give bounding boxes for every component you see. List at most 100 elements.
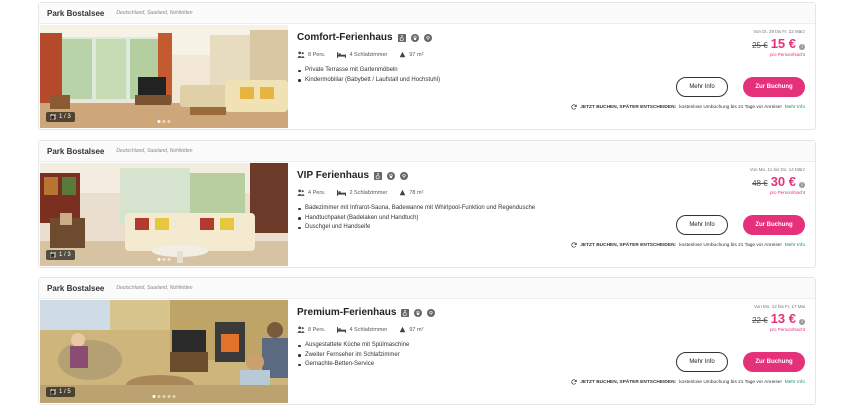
- book-later-notice: JETZT BUCHEN, SPÄTER ENTSCHEIDEN: kosten…: [571, 379, 805, 385]
- carousel-dots: [157, 120, 171, 123]
- park-name[interactable]: Park Bostalsee: [47, 9, 104, 18]
- carousel-dot[interactable]: [162, 120, 166, 123]
- book-later-link[interactable]: Mehr Info: [785, 105, 805, 110]
- accommodation-photo[interactable]: 1 / 3: [40, 163, 288, 266]
- accommodation-title[interactable]: Premium-Ferienhaus: [297, 307, 396, 318]
- rebook-icon: [571, 104, 577, 110]
- feature-item: Kindermobiliar (Babybett / Laufstall und…: [297, 76, 617, 86]
- book-later-heading: JETZT BUCHEN, SPÄTER ENTSCHEIDEN:: [580, 104, 677, 110]
- price-box: Von Di. 29 bis Fr. 22 März 25 € 15 € i p…: [752, 29, 805, 57]
- feature-item: Duschgel und Handseife: [297, 223, 617, 233]
- feature-item: Handtuchpaket (Badelaken und Handtuch): [297, 214, 617, 224]
- persons-info: 4 Pers.: [297, 189, 325, 196]
- family-living-room-photo: [40, 300, 288, 403]
- accommodation-photo[interactable]: 1 / 3: [40, 25, 288, 128]
- carousel-dot[interactable]: [157, 120, 161, 123]
- more-info-button[interactable]: Mehr Info: [676, 77, 728, 97]
- park-region: Deutschland, Saarland, Nohfelden: [116, 10, 193, 16]
- book-later-notice: JETZT BUCHEN, SPÄTER ENTSCHEIDEN: kosten…: [571, 104, 805, 110]
- feature-list: Badezimmer mit Infrarot-Sauna, Badewanne…: [297, 204, 617, 233]
- photo-counter[interactable]: 1 / 3: [46, 112, 75, 122]
- book-later-link[interactable]: Mehr Info: [785, 380, 805, 385]
- area-icon: [400, 326, 406, 333]
- more-info-button[interactable]: Mehr Info: [676, 352, 728, 372]
- date-range: Von Mo. 12 bis Fr. 17 Mai: [753, 304, 805, 309]
- wifi-icon: [427, 308, 436, 317]
- book-button[interactable]: Zur Buchung: [743, 77, 805, 97]
- card-header: Park Bostalsee Deutschland, Saarland, No…: [39, 278, 815, 299]
- accommodation-card: Park Bostalsee Deutschland, Saarland, No…: [38, 277, 816, 405]
- living-room-photo: [40, 163, 288, 266]
- per-person-label: pro Person/Nacht: [769, 52, 805, 57]
- book-later-heading: JETZT BUCHEN, SPÄTER ENTSCHEIDEN:: [580, 379, 677, 385]
- feature-list: Ausgestattete Küche mit Spülmaschine Zwe…: [297, 341, 617, 370]
- persons-icon: [297, 326, 305, 333]
- new-price: 30 €: [770, 174, 796, 189]
- photo-counter-label: 1 / 3: [59, 114, 71, 120]
- gallery-icon: [50, 252, 56, 258]
- info-icon[interactable]: i: [799, 182, 805, 188]
- bed-icon: [337, 51, 347, 58]
- persons-count: 8 Pers.: [308, 326, 326, 333]
- bedrooms-info: 4 Schlafzimmer: [337, 52, 387, 58]
- park-region: Deutschland, Saarland, Nohfelden: [116, 148, 193, 154]
- card-header: Park Bostalsee Deutschland, Saarland, No…: [39, 141, 815, 162]
- old-price: 22 €: [752, 316, 768, 325]
- park-name[interactable]: Park Bostalsee: [47, 147, 104, 156]
- accommodation-card: Park Bostalsee Deutschland, Saarland, No…: [38, 140, 816, 268]
- gallery-icon: [50, 114, 56, 120]
- area-info: 97 m²: [399, 51, 423, 58]
- more-info-button[interactable]: Mehr Info: [676, 215, 728, 235]
- carousel-dot[interactable]: [152, 395, 156, 398]
- park-name[interactable]: Park Bostalsee: [47, 284, 104, 293]
- card-header: Park Bostalsee Deutschland, Saarland, No…: [39, 3, 815, 24]
- book-later-link[interactable]: Mehr Info: [785, 243, 805, 248]
- carousel-dot[interactable]: [167, 395, 171, 398]
- accommodation-info: Comfort-Ferienhaus 8 Pers. 4 Schlafzimme…: [297, 32, 617, 85]
- pet-paw-icon: [414, 308, 423, 317]
- photo-counter[interactable]: 1 / 3: [46, 250, 75, 260]
- persons-info: 8 Pers.: [297, 51, 325, 58]
- accommodation-photo[interactable]: 1 / 5: [40, 300, 288, 403]
- book-button[interactable]: Zur Buchung: [743, 352, 805, 372]
- book-button[interactable]: Zur Buchung: [743, 215, 805, 235]
- bed-icon: [337, 189, 347, 196]
- carousel-dot[interactable]: [157, 258, 161, 261]
- pet-paw-icon: [387, 171, 396, 180]
- gallery-icon: [50, 389, 56, 395]
- new-price: 15 €: [770, 36, 796, 51]
- photo-counter-label: 1 / 5: [59, 389, 71, 395]
- info-icon[interactable]: i: [799, 44, 805, 50]
- accommodation-info: VIP Ferienhaus 4 Pers. 2 Schlafzimmer 78…: [297, 170, 617, 233]
- accommodation-info: Premium-Ferienhaus 8 Pers. 4 Schlafzimme…: [297, 307, 617, 370]
- wheelchair-icon: [397, 33, 406, 42]
- photo-counter[interactable]: 1 / 5: [46, 387, 75, 397]
- area-size: 78 m²: [409, 189, 424, 196]
- accommodation-title[interactable]: VIP Ferienhaus: [297, 170, 369, 181]
- wheelchair-icon: [401, 308, 410, 317]
- carousel-dot[interactable]: [162, 258, 166, 261]
- feature-item: Zweiter Fernseher im Schlafzimmer: [297, 351, 617, 361]
- info-icon[interactable]: i: [799, 319, 805, 325]
- book-later-heading: JETZT BUCHEN, SPÄTER ENTSCHEIDEN:: [580, 242, 677, 248]
- persons-count: 8 Pers.: [308, 51, 326, 58]
- feature-item: Ausgestattete Küche mit Spülmaschine: [297, 341, 617, 351]
- accommodation-title[interactable]: Comfort-Ferienhaus: [297, 32, 393, 43]
- area-size: 97 m²: [409, 51, 424, 58]
- area-size: 97 m²: [409, 326, 424, 333]
- rebook-icon: [571, 379, 577, 385]
- price-box: Von Mo. 12 bis Fr. 17 Mai 22 € 13 € i pr…: [752, 304, 805, 332]
- pet-paw-icon: [410, 33, 419, 42]
- new-price: 13 €: [770, 311, 796, 326]
- living-room-photo: [40, 25, 288, 128]
- old-price: 48 €: [752, 179, 768, 188]
- carousel-dot[interactable]: [172, 395, 176, 398]
- book-later-notice: JETZT BUCHEN, SPÄTER ENTSCHEIDEN: kosten…: [571, 242, 805, 248]
- carousel-dot[interactable]: [167, 258, 171, 261]
- carousel-dot[interactable]: [157, 395, 161, 398]
- per-person-label: pro Person/Nacht: [769, 327, 805, 332]
- bedrooms-count: 4 Schlafzimmer: [349, 326, 388, 333]
- date-range: Von Mo. 11 bis Do. 14 März: [749, 167, 805, 172]
- carousel-dot[interactable]: [167, 120, 171, 123]
- carousel-dot[interactable]: [162, 395, 166, 398]
